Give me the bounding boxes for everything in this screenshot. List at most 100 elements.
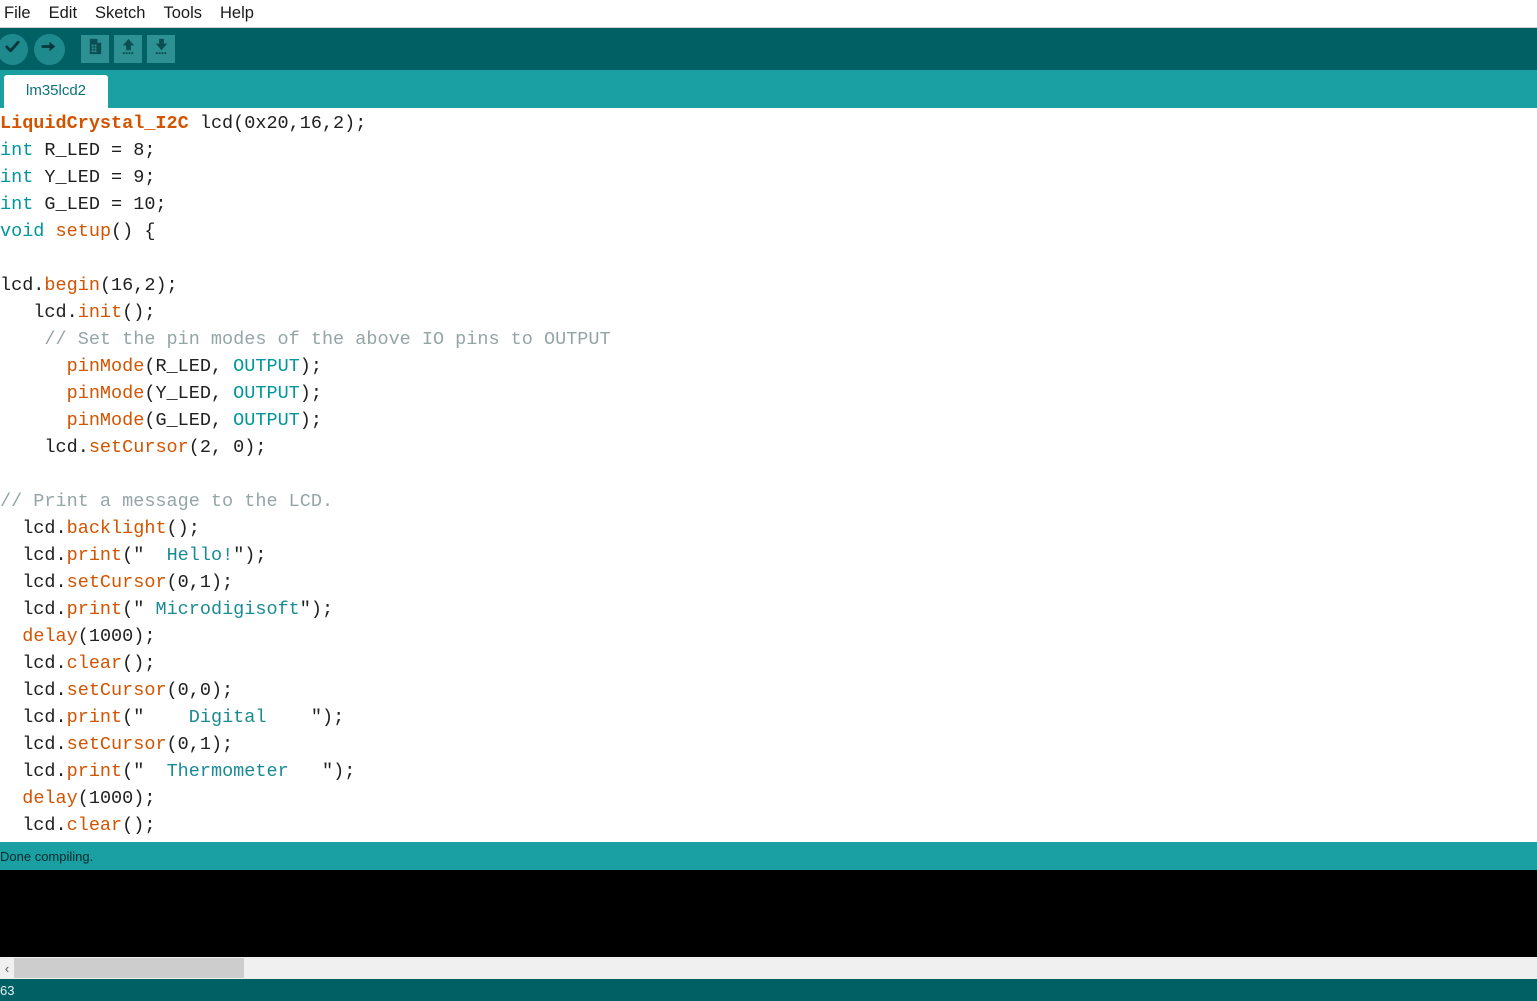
code-token: clear xyxy=(66,815,123,836)
code-line: lcd.clear(); xyxy=(0,812,1537,839)
code-line: pinMode(R_LED, OUTPUT); xyxy=(0,353,1537,380)
code-token: (G_LED, xyxy=(144,410,234,431)
upload-button[interactable] xyxy=(34,33,65,65)
code-token: setCursor xyxy=(66,680,167,701)
code-token: LiquidCrystal_I2C xyxy=(0,113,189,134)
code-token: G_LED = 10; xyxy=(33,194,167,215)
code-line: delay(1000); xyxy=(0,785,1537,812)
horizontal-scrollbar[interactable]: ‹ xyxy=(0,957,1537,979)
tab-bar: lm35lcd2 xyxy=(0,70,1537,108)
code-token: OUTPUT xyxy=(233,410,300,431)
open-sketch-button[interactable] xyxy=(114,35,142,63)
menu-item-help[interactable]: Help xyxy=(211,0,263,27)
code-token: begin xyxy=(44,275,100,296)
code-line: lcd.init(); xyxy=(0,299,1537,326)
code-line: // Print a message to the LCD. xyxy=(0,488,1537,515)
code-token: delay xyxy=(22,626,78,647)
code-token: "); xyxy=(299,599,334,620)
code-token: (); xyxy=(166,518,200,539)
code-token: print xyxy=(66,599,123,620)
code-token: delay xyxy=(22,788,78,809)
code-line: void setup() { xyxy=(0,218,1537,245)
toolbar xyxy=(0,28,1537,70)
code-token: lcd. xyxy=(0,680,67,701)
tab-lm35lcd2[interactable]: lm35lcd2 xyxy=(4,75,109,108)
arrow-up-icon xyxy=(119,37,138,61)
code-token: "); xyxy=(310,707,345,728)
code-token: Digital xyxy=(144,707,311,728)
code-token: setup xyxy=(55,221,112,242)
code-token: OUTPUT xyxy=(233,356,300,377)
code-token: ); xyxy=(299,410,323,431)
scrollbar-track[interactable] xyxy=(244,957,1537,979)
code-line: int R_LED = 8; xyxy=(0,137,1537,164)
code-token: Thermometer xyxy=(144,761,322,782)
code-token: int xyxy=(0,140,34,161)
code-token: ); xyxy=(299,356,323,377)
code-token: int xyxy=(0,194,34,215)
code-editor[interactable]: LiquidCrystal_I2C lcd(0x20,16,2); int R_L… xyxy=(0,108,1537,842)
code-token: (2, 0); xyxy=(188,437,267,458)
code-token: setCursor xyxy=(66,734,167,755)
status-message-bar: Done compiling. xyxy=(0,842,1537,870)
console-output[interactable]: avrdude done. Thank you. Sketch uses 487… xyxy=(0,870,1537,957)
code-token: print xyxy=(66,545,123,566)
code-token: pinMode xyxy=(66,383,145,404)
code-line: lcd.print(" Thermometer "); xyxy=(0,758,1537,785)
code-token: lcd. xyxy=(0,815,67,836)
code-token: // Print a message to the LCD. xyxy=(0,491,334,512)
code-token: lcd. xyxy=(0,761,67,782)
code-line: pinMode(Y_LED, OUTPUT); xyxy=(0,380,1537,407)
code-token: (" xyxy=(122,599,145,620)
code-token: Microdigisoft xyxy=(144,599,300,620)
code-token: R_LED = 8; xyxy=(33,140,156,161)
code-token: (Y_LED, xyxy=(144,383,234,404)
code-token: (16,2); xyxy=(99,275,178,296)
scrollbar-thumb[interactable] xyxy=(14,958,244,978)
code-token: lcd. xyxy=(0,437,89,458)
menu-item-sketch[interactable]: Sketch xyxy=(86,0,154,27)
code-token: lcd. xyxy=(0,518,67,539)
code-text: LiquidCrystal_I2C lcd(0x20,16,2); int R_L… xyxy=(0,110,1537,839)
menu-item-file[interactable]: File xyxy=(0,0,40,27)
code-line: lcd.print(" Digital "); xyxy=(0,704,1537,731)
code-token: print xyxy=(66,707,123,728)
menu-item-edit[interactable]: Edit xyxy=(40,0,86,27)
save-sketch-button[interactable] xyxy=(147,35,175,63)
code-token: int xyxy=(0,167,34,188)
code-line: int G_LED = 10; xyxy=(0,191,1537,218)
bottom-status-bar: 63 xyxy=(0,979,1537,1001)
menu-item-tools[interactable]: Tools xyxy=(154,0,211,27)
console-clipped-line: avrdude done. Thank you. xyxy=(0,870,1537,882)
code-line: int Y_LED = 9; xyxy=(0,164,1537,191)
code-token: (" xyxy=(122,707,145,728)
code-token: lcd. xyxy=(0,572,67,593)
verify-button[interactable] xyxy=(0,33,28,65)
code-token: // Set the pin modes of the above IO pin… xyxy=(0,329,611,350)
code-token: "); xyxy=(233,545,267,566)
code-token: (1000); xyxy=(77,788,156,809)
code-line: lcd.setCursor(0,1); xyxy=(0,731,1537,758)
code-token: ); xyxy=(299,383,323,404)
new-sketch-button[interactable] xyxy=(81,35,109,63)
code-line: lcd.setCursor(0,1); xyxy=(0,569,1537,596)
arrow-right-icon xyxy=(40,37,59,61)
code-line: pinMode(G_LED, OUTPUT); xyxy=(0,407,1537,434)
status-message: Done compiling. xyxy=(0,848,94,864)
code-token: Hello! xyxy=(144,545,234,566)
code-token: lcd. xyxy=(0,275,45,296)
code-token: "); xyxy=(322,761,356,782)
checkmark-icon xyxy=(3,37,22,61)
code-token: lcd. xyxy=(0,653,67,674)
arduino-ide-window: File Edit Sketch Tools Help lm35lcd2 Liq… xyxy=(0,0,1537,1001)
code-token: (0,1); xyxy=(166,572,234,593)
code-line: // Set the pin modes of the above IO pin… xyxy=(0,326,1537,353)
scroll-left-arrow-icon[interactable]: ‹ xyxy=(0,957,14,979)
code-token: (" xyxy=(122,545,145,566)
code-token: () { xyxy=(111,221,156,242)
